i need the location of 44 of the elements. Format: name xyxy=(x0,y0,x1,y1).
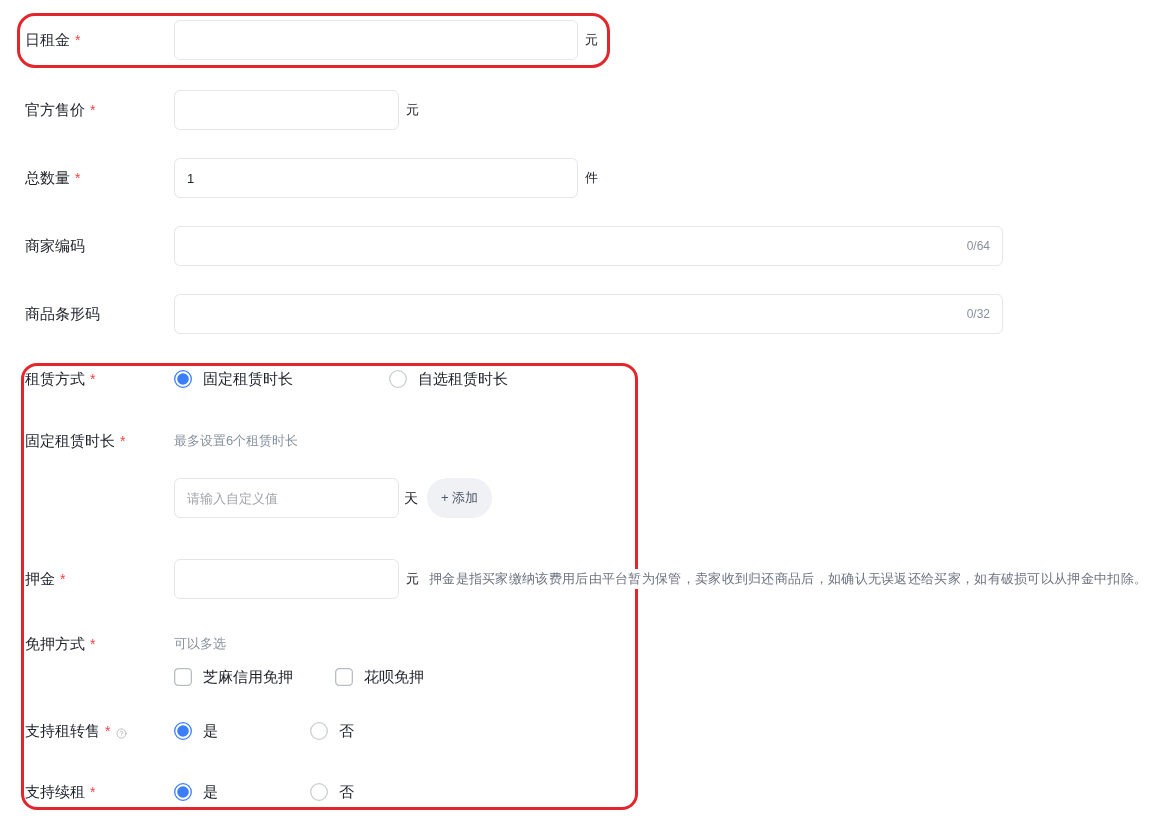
required-mark: * xyxy=(90,634,96,654)
text-input[interactable]: 1 xyxy=(174,158,578,198)
field-label: 免押方式 xyxy=(25,633,85,654)
unit-label: 件 xyxy=(585,169,598,188)
field-label: 支持租转售 xyxy=(25,720,100,741)
radio-option[interactable]: 固定租赁时长 xyxy=(174,368,293,390)
text-input[interactable] xyxy=(174,20,578,60)
checkbox-option[interactable]: 芝麻信用免押 xyxy=(174,666,293,688)
field-label: 总数量 xyxy=(25,167,70,188)
character-counter: 0/32 xyxy=(966,306,990,323)
required-mark: * xyxy=(75,168,81,188)
field-label: 租赁方式 xyxy=(25,368,85,389)
radio-option[interactable]: 是 xyxy=(174,720,218,742)
radio-option[interactable]: 自选租赁时长 xyxy=(389,368,508,390)
unit-label: 元 xyxy=(585,31,598,50)
hint-text: 最多设置6个租赁时长 xyxy=(174,432,300,451)
required-mark: * xyxy=(120,431,126,451)
radio-option[interactable]: 是 xyxy=(174,781,218,803)
text-input[interactable] xyxy=(174,559,399,599)
hint-text: 可以多选 xyxy=(174,635,227,654)
unit-label: 天 xyxy=(404,488,418,508)
text-input[interactable]: 请输入自定义值 xyxy=(174,478,399,518)
unit-label: 元 xyxy=(406,570,419,589)
unit-label: 元 xyxy=(406,101,419,120)
required-mark: * xyxy=(105,721,111,741)
character-counter: 0/64 xyxy=(966,238,990,255)
required-mark: * xyxy=(90,369,96,389)
field-label: 商品条形码 xyxy=(25,303,100,324)
required-mark: * xyxy=(60,569,66,589)
required-mark: * xyxy=(75,30,81,50)
field-label: 商家编码 xyxy=(25,235,85,256)
radio-option[interactable]: 否 xyxy=(310,720,354,742)
field-label: 押金 xyxy=(25,568,55,589)
add-button[interactable]: + 添加 xyxy=(427,478,493,518)
field-label: 支持续租 xyxy=(25,781,85,802)
required-mark: * xyxy=(90,782,96,802)
field-label: 官方售价 xyxy=(25,99,85,120)
help-icon[interactable] xyxy=(116,727,128,739)
field-label: 固定租赁时长 xyxy=(25,430,115,451)
radio-option[interactable]: 否 xyxy=(310,781,354,803)
field-label: 日租金 xyxy=(25,29,70,50)
checkbox-option[interactable]: 花呗免押 xyxy=(335,666,424,688)
required-mark: * xyxy=(90,100,96,120)
text-input[interactable] xyxy=(174,90,399,130)
